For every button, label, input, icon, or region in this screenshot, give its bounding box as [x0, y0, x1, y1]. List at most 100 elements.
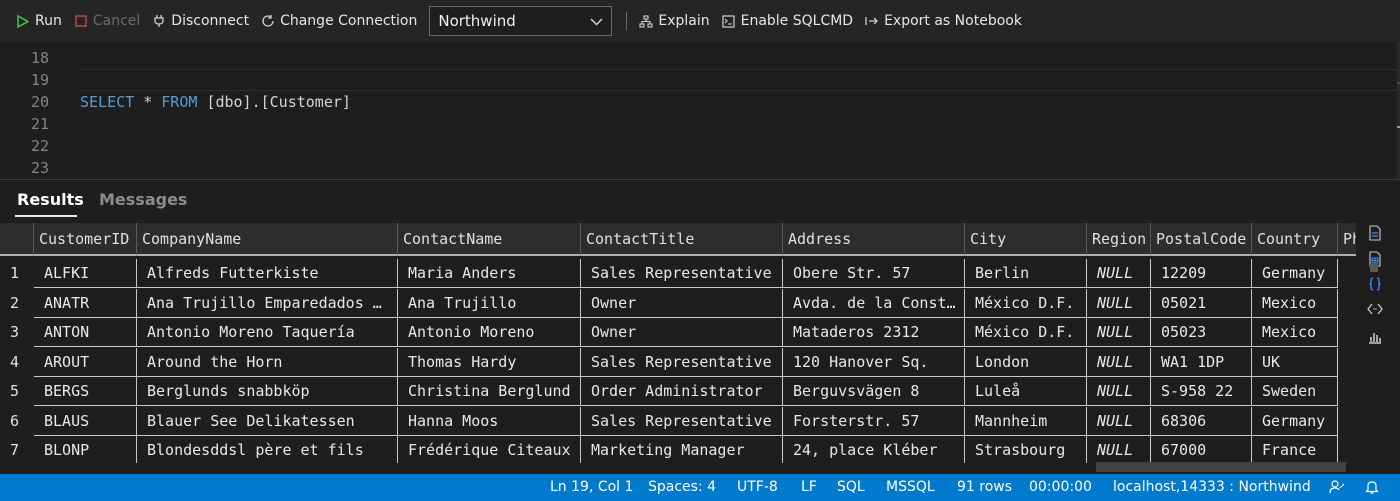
column-header[interactable]: ContactTitle	[581, 223, 783, 256]
table-cell[interactable]: Germany	[1252, 259, 1338, 288]
encoding[interactable]: UTF-8	[737, 474, 778, 501]
table-cell[interactable]: Sales Representative	[581, 259, 783, 288]
table-cell[interactable]: AROUT	[34, 348, 137, 377]
column-header[interactable]: CompanyName	[137, 223, 398, 256]
column-header[interactable]: CustomerID	[34, 223, 137, 256]
table-cell[interactable]: Ana Trujillo Emparedados …	[137, 289, 398, 318]
table-cell[interactable]: France	[1252, 436, 1338, 463]
row-number[interactable]: 3	[0, 318, 34, 347]
table-cell[interactable]: NULL	[1087, 259, 1151, 288]
table-cell[interactable]: Antonio Moreno	[398, 318, 581, 347]
sql-provider[interactable]: MSSQL	[886, 474, 935, 501]
notifications-bell-icon[interactable]	[1365, 479, 1379, 495]
table-cell[interactable]: Mannheim	[965, 407, 1087, 436]
change-connection-button[interactable]: Change Connection	[255, 0, 423, 42]
table-cell[interactable]: Forsterstr. 57	[783, 407, 965, 436]
column-header[interactable]: Ph	[1338, 223, 1356, 256]
table-cell[interactable]: 120 Hanover Sq.	[783, 348, 965, 377]
row-number[interactable]: 2	[0, 289, 34, 318]
table-cell[interactable]: Ana Trujillo	[398, 289, 581, 318]
cursor-position[interactable]: Ln 19, Col 1	[550, 474, 633, 501]
table-cell[interactable]: México D.F.	[965, 318, 1087, 347]
explain-button[interactable]: Explain	[633, 0, 715, 42]
table-cell[interactable]: Around the Horn	[137, 348, 398, 377]
table-cell[interactable]: Alfreds Futterkiste	[137, 259, 398, 288]
table-cell[interactable]: Sweden	[1252, 377, 1338, 406]
indentation[interactable]: Spaces: 4	[648, 474, 716, 501]
run-button[interactable]: Run	[0, 0, 68, 42]
row-number[interactable]: 7	[0, 436, 34, 463]
table-cell[interactable]: 05021	[1151, 289, 1252, 318]
table-cell[interactable]: Strasbourg	[965, 436, 1087, 463]
table-cell[interactable]: BERGS	[34, 377, 137, 406]
table-cell[interactable]: 68306	[1151, 407, 1252, 436]
table-cell[interactable]: Mexico	[1252, 289, 1338, 318]
column-header[interactable]: PostalCode	[1151, 223, 1252, 256]
column-header[interactable]: Region	[1087, 223, 1151, 256]
table-cell[interactable]: Hanna Moos	[398, 407, 581, 436]
grid-corner-header[interactable]	[0, 223, 34, 256]
code-line-query[interactable]: SELECT * FROM [dbo].[Customer]	[80, 91, 351, 113]
table-cell[interactable]: Berguvsvägen 8	[783, 377, 965, 406]
enable-sqlcmd-button[interactable]: Enable SQLCMD	[716, 0, 859, 42]
row-number[interactable]: 5	[0, 377, 34, 406]
language-mode[interactable]: SQL	[837, 474, 865, 501]
table-cell[interactable]: BLONP	[34, 436, 137, 463]
table-cell[interactable]: ANATR	[34, 289, 137, 318]
results-grid[interactable]: CustomerID CompanyName ContactName ContactT…	[0, 223, 1356, 463]
table-cell[interactable]: NULL	[1087, 348, 1151, 377]
table-cell[interactable]: Thomas Hardy	[398, 348, 581, 377]
table-cell[interactable]: Blondesddsl père et fils	[137, 436, 398, 463]
save-as-csv-icon[interactable]	[1364, 222, 1386, 244]
table-cell[interactable]: WA1 1DP	[1151, 348, 1252, 377]
table-cell[interactable]: S-958 22	[1151, 377, 1252, 406]
column-header[interactable]: Address	[783, 223, 965, 256]
table-cell[interactable]: 05023	[1151, 318, 1252, 347]
table-cell[interactable]: Luleå	[965, 377, 1087, 406]
table-cell[interactable]: Berglunds snabbköp	[137, 377, 398, 406]
export-notebook-button[interactable]: Export as Notebook	[859, 0, 1028, 42]
table-cell[interactable]: NULL	[1087, 407, 1151, 436]
save-as-xml-icon[interactable]	[1364, 298, 1386, 320]
table-cell[interactable]: ANTON	[34, 318, 137, 347]
table-cell[interactable]: Germany	[1252, 407, 1338, 436]
save-as-json-icon[interactable]	[1364, 273, 1386, 295]
table-cell[interactable]: Antonio Moreno Taquería	[137, 318, 398, 347]
database-dropdown[interactable]: Northwind	[429, 6, 613, 36]
table-cell[interactable]: Obere Str. 57	[783, 259, 965, 288]
feedback-icon[interactable]	[1329, 479, 1345, 495]
column-header[interactable]: Country	[1252, 223, 1338, 256]
table-cell[interactable]: NULL	[1087, 436, 1151, 463]
table-cell[interactable]: Frédérique Citeaux	[398, 436, 581, 463]
column-header[interactable]: ContactName	[398, 223, 581, 256]
table-cell[interactable]: Owner	[581, 289, 783, 318]
table-cell[interactable]: Maria Anders	[398, 259, 581, 288]
table-cell[interactable]: Mexico	[1252, 318, 1338, 347]
table-cell[interactable]: Blauer See Delikatessen	[137, 407, 398, 436]
table-cell[interactable]: Marketing Manager	[581, 436, 783, 463]
table-cell[interactable]: 12209	[1151, 259, 1252, 288]
table-cell[interactable]: London	[965, 348, 1087, 377]
row-number[interactable]: 1	[0, 259, 34, 288]
table-cell[interactable]: Christina Berglund	[398, 377, 581, 406]
sql-editor[interactable]: 17 18 19 20 21 22 23 SELECT * FROM [dbo]…	[0, 42, 1400, 179]
table-cell[interactable]: Avda. de la Const…	[783, 289, 965, 318]
table-cell[interactable]: NULL	[1087, 377, 1151, 406]
table-cell[interactable]: ALFKI	[34, 259, 137, 288]
tab-results[interactable]: Results	[17, 190, 84, 209]
grid-horizontal-scrollbar[interactable]	[1096, 462, 1346, 472]
table-cell[interactable]: BLAUS	[34, 407, 137, 436]
table-cell[interactable]: Sales Representative	[581, 348, 783, 377]
chart-icon[interactable]	[1364, 326, 1386, 348]
table-cell[interactable]: NULL	[1087, 318, 1151, 347]
disconnect-button[interactable]: Disconnect	[146, 0, 255, 42]
row-number[interactable]: 6	[0, 407, 34, 436]
column-header[interactable]: City	[965, 223, 1087, 256]
table-cell[interactable]: México D.F.	[965, 289, 1087, 318]
connection-info[interactable]: localhost,14333 : Northwind	[1113, 474, 1311, 501]
table-cell[interactable]: Berlin	[965, 259, 1087, 288]
table-cell[interactable]: Sales Representative	[581, 407, 783, 436]
table-cell[interactable]: 67000	[1151, 436, 1252, 463]
table-cell[interactable]: Order Administrator	[581, 377, 783, 406]
table-cell[interactable]: Mataderos 2312	[783, 318, 965, 347]
